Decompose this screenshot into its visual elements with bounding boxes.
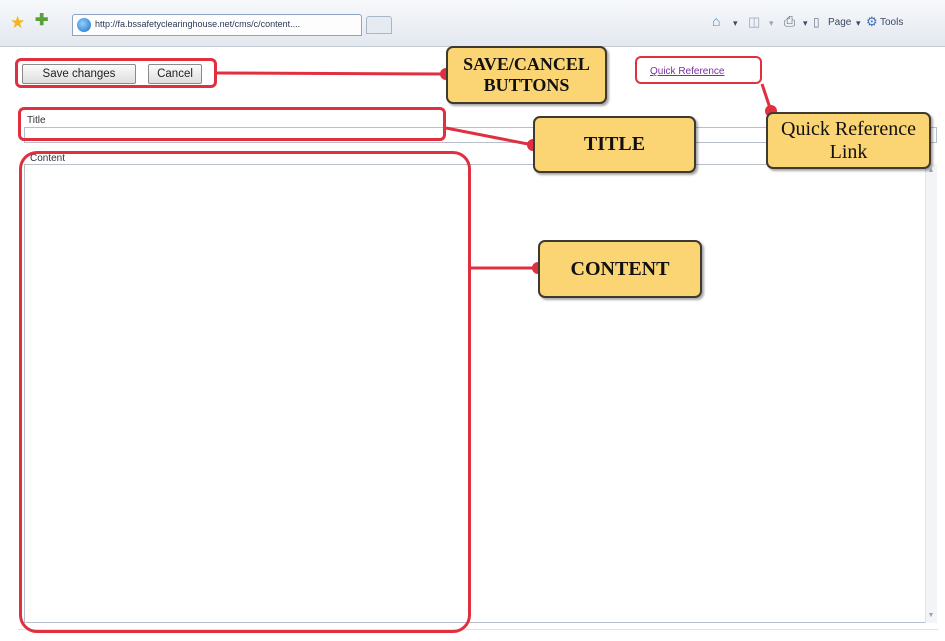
callout-save-cancel: SAVE/CANCEL BUTTONS <box>446 46 607 104</box>
home-icon[interactable]: ⌂ <box>712 14 720 28</box>
add-favorites-icon[interactable]: ✚ <box>35 13 48 29</box>
tab-url: http://fa.bssafetyclearinghouse.net/cms/… <box>95 19 301 29</box>
chevron-down-icon[interactable]: ▾ <box>733 19 738 28</box>
page-icon[interactable]: ▯ <box>813 16 820 28</box>
tools-gear-icon[interactable]: ⚙ <box>866 15 878 28</box>
content-scrollbar[interactable]: ▲ ▼ <box>925 164 937 623</box>
connector-save-cancel <box>216 71 447 76</box>
highlight-content <box>19 151 471 633</box>
chevron-down-icon[interactable]: ▾ <box>769 19 774 28</box>
feeds-icon[interactable]: ◫ <box>748 15 760 28</box>
highlight-save-cancel <box>15 58 217 88</box>
browser-toolbar: ★ ✚ http://fa.bssafetyclearinghouse.net/… <box>0 0 945 47</box>
print-icon[interactable]: ⎙ <box>784 14 795 28</box>
callout-quick-reference: Quick Reference Link <box>766 112 931 169</box>
page-menu[interactable]: Page <box>828 18 851 28</box>
chevron-down-icon[interactable]: ▾ <box>856 19 861 28</box>
highlight-title <box>18 107 446 141</box>
browser-tab[interactable]: http://fa.bssafetyclearinghouse.net/cms/… <box>72 14 362 36</box>
new-tab-button[interactable] <box>366 16 392 34</box>
connector-quick-reference <box>760 83 773 112</box>
favorites-star-icon[interactable]: ★ <box>10 14 25 31</box>
ie-page-icon <box>77 18 91 32</box>
tools-menu[interactable]: Tools <box>880 18 903 28</box>
highlight-quick-reference <box>635 56 762 84</box>
callout-content: CONTENT <box>538 240 702 298</box>
scroll-down-arrow-icon[interactable]: ▼ <box>927 611 935 621</box>
callout-title: TITLE <box>533 116 696 173</box>
chevron-down-icon[interactable]: ▾ <box>803 19 808 28</box>
